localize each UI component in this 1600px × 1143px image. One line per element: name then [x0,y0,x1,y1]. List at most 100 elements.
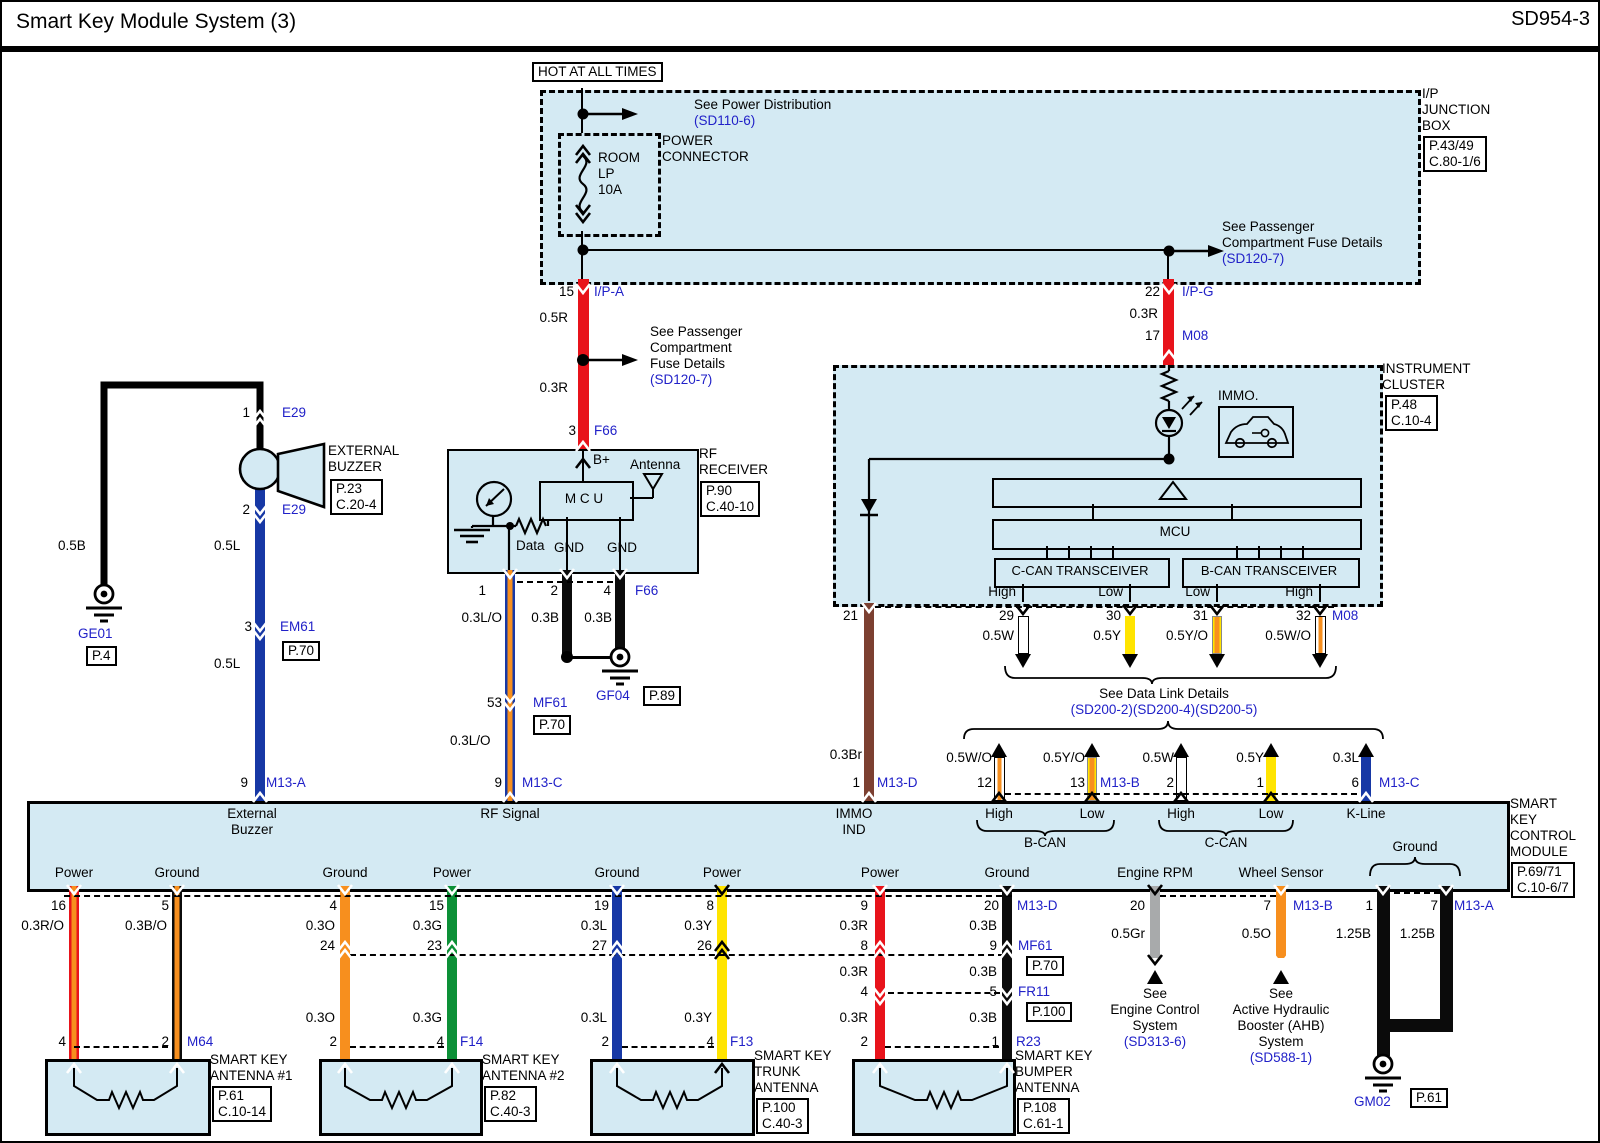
wire-trunk-power [717,886,727,1059]
fuse-rating: 10A [598,182,622,197]
gauge-03lo-2: 0.3L/O [450,733,491,748]
brace-down [1005,666,1336,684]
rpm-see-2: Engine Control [1110,1002,1199,1017]
module-label-ground4: Ground [984,865,1029,880]
pin-15: 15 [559,284,574,299]
bplus-lead [582,449,584,482]
pin-2-r23: 2 [860,1034,868,1049]
gauge-03o: 0.3O [306,918,335,933]
module-label-ground-right: Ground [1392,839,1437,854]
conn-em61-ref: P.70 [282,641,320,661]
cluster-input-bar [992,478,1362,508]
see-data-link-ref: (SD200-2)(SD200-4)(SD200-5) [1071,702,1258,717]
gauge-03ro: 0.3R/O [21,918,64,933]
conn-mf61-bumper-ref: P.70 [1026,956,1064,976]
ground-ge01: GE01 [78,626,113,641]
conn-e29-2: E29 [282,502,306,517]
module-label-kline: K-Line [1346,806,1385,821]
gauge-03br: 0.3Br [830,747,862,762]
wire-rf-signal [505,570,515,801]
see-passenger-fuse-2: Compartment Fuse Details [1222,235,1383,250]
bumper-ref: P.108C.61-1 [1017,1098,1070,1134]
wire-rf-gnd1 [562,570,572,658]
pin-1-gnd: 1 [1365,898,1373,913]
gauge-05yo: 0.5Y/O [1166,628,1208,643]
gauge-03o-2: 0.3O [306,1010,335,1025]
pin-53: 53 [487,695,502,710]
pin-21: 21 [843,608,858,623]
conn-m13a-bottom: M13-A [1454,898,1494,913]
page-code: SD954-3 [1511,12,1590,27]
rf-name-2: RECEIVER [699,462,768,477]
conn-f66-bottom: F66 [635,583,658,598]
wire-ant2-power [447,886,457,1059]
bumper-name-3: ANTENNA [1015,1080,1080,1095]
conn-m13b-bottom: M13-B [1293,898,1333,913]
feed-line [1167,251,1169,279]
see-passenger-fuse-ref: (SD120-7) [1222,251,1284,266]
ground-gm02-ref: P.61 [1410,1088,1448,1108]
pin-17: 17 [1145,328,1160,343]
feed-line [581,88,583,133]
module-label-rf-signal: RF Signal [480,806,539,821]
module-label-power4: Power [861,865,899,880]
pin-15a: 15 [429,898,444,913]
gauge-05r: 0.5R [539,310,568,325]
pin-26: 26 [697,938,712,953]
cluster-mcu-label: MCU [1160,524,1191,539]
gauge-05yo-up: 0.5Y/O [1043,750,1085,765]
pin-2-f13: 2 [601,1034,609,1049]
conn-ipa: I/P-A [594,284,624,299]
pin-3: 3 [568,423,576,438]
wire-ground-2 [1440,886,1453,1032]
rpm-ref: (SD313-6) [1124,1034,1186,1049]
wire-buzzer-blue [255,489,265,801]
wire-29-white [1018,616,1029,654]
trunk-name-2: TRUNK [754,1064,801,1079]
module-label-wheel-sensor: Wheel Sensor [1239,865,1324,880]
pin-20-rpm: 20 [1130,898,1145,913]
ccan-low-label: Low [1098,584,1123,599]
pin-6-can: 6 [1351,775,1359,790]
cluster-name-2: CLUSTER [1382,377,1445,392]
conn-m08-cluster: M08 [1332,608,1358,623]
ip-junction-box [540,90,1421,285]
pin-7-gnd: 7 [1430,898,1438,913]
wire-ant1-power [69,886,79,1059]
gauge-05gr: 0.5Gr [1111,926,1145,941]
pin-7-wheel: 7 [1263,898,1271,913]
gauge-03g: 0.3G [413,918,442,933]
rpm-see-3: System [1132,1018,1177,1033]
gauge-03r-2: 0.3R [839,964,868,979]
see-passenger-mid-2: Compartment [650,340,732,355]
pin-8-mf61: 8 [860,938,868,953]
pin-1-m13d: 1 [852,775,860,790]
gauge-03b-2b: 0.3B [969,964,997,979]
title-rule [2,46,1600,52]
gauge-125b-1: 1.25B [1336,926,1371,941]
module-label-ground3: Ground [594,865,639,880]
wire-immo-brown [864,603,874,801]
bcan-low-label: Low [1185,584,1210,599]
gauge-03b-2: 0.3B [584,610,612,625]
pin-4-m64: 4 [58,1034,66,1049]
ant2-name-2: ANTENNA #2 [482,1068,565,1083]
rpm-see: See [1143,986,1167,1001]
conn-m13c-top: M13-C [522,775,563,790]
conn-e29-1: E29 [282,405,306,420]
conn-m13d-top: M13-D [877,775,918,790]
conn-f14: F14 [460,1034,483,1049]
gauge-03l: 0.3L [581,918,607,933]
pin-4-f13: 4 [706,1034,714,1049]
gauge-03bo: 0.3B/O [125,918,167,933]
bumper-name-2: BUMPER [1015,1064,1073,1079]
ground-symbol-gm02 [1365,1055,1401,1091]
immo-label: IMMO. [1218,388,1259,403]
ant1-name: SMART KEY [210,1052,288,1067]
wheel-see-3: Booster (AHB) [1237,1018,1324,1033]
pin-32: 32 [1296,608,1311,623]
pin-20b: 20 [984,898,999,913]
module-name: SMART [1510,796,1557,811]
pin-1-f66: 1 [478,583,486,598]
module-label-low2: Low [1259,806,1284,821]
